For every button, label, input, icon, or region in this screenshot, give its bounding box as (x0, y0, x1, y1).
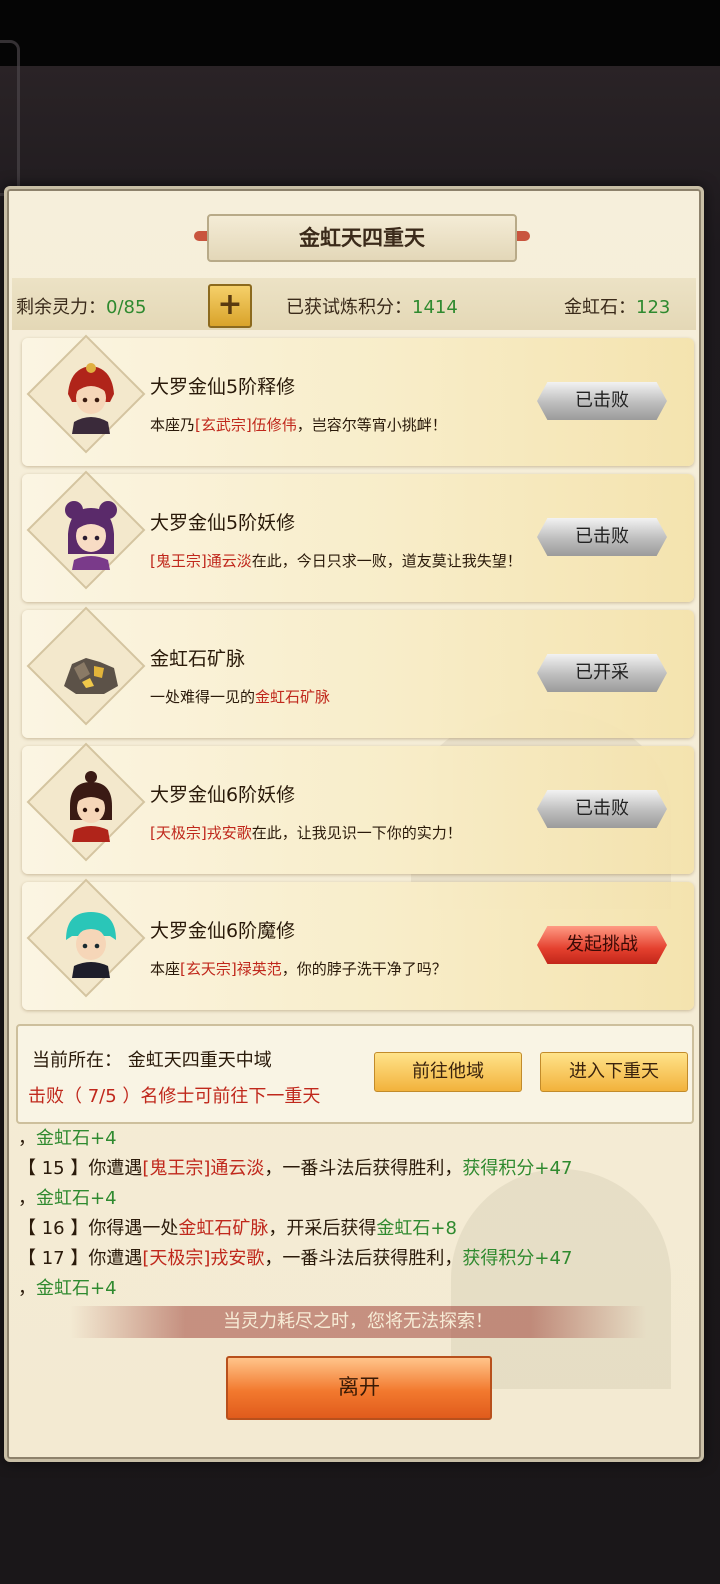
log-segment: ，开采后获得 (268, 1218, 377, 1239)
log-segment: 获得积分+47 (462, 1158, 573, 1179)
spirit-warning: 当灵力耗尽之时，您将无法探索！ (70, 1306, 646, 1338)
defeated-button[interactable]: 已击败 (537, 790, 667, 828)
log-segment: ， (18, 1278, 36, 1299)
leave-button[interactable]: 离开 (226, 1356, 492, 1420)
go-other-domain-button[interactable]: 前往他域 (374, 1052, 522, 1092)
challenge-button[interactable]: 发起挑战 (537, 926, 667, 964)
log-segment: [天极宗]戎安歌 (142, 1248, 265, 1269)
advance-requirement: 击败（ 7/5 ）名修士可前往下一重天 (28, 1086, 321, 1107)
encounter-description: [鬼王宗]通云淡在此，今日只求一败，道友莫让我失望！ (150, 552, 522, 570)
encounter-description: 一处难得一见的金虹石矿脉 (150, 688, 331, 706)
spirit-value: 0/85 (106, 297, 147, 318)
encounter-name: 大罗金仙5阶妖修 (150, 512, 296, 534)
log-segment: [鬼王宗]通云淡 (142, 1158, 265, 1179)
encounter-description: 本座[玄天宗]禄英范，你的脖子洗干净了吗？ (150, 960, 447, 978)
stone-value: 123 (636, 297, 671, 318)
log-line: ，金虹石+4 (18, 1274, 690, 1304)
log-segment: ， (18, 1188, 36, 1209)
add-spirit-button[interactable]: + (208, 284, 252, 328)
log-segment: 金虹石矿脉 (178, 1218, 269, 1239)
log-line: ，金虹石+4 (18, 1124, 690, 1154)
battle-log: ，金虹石+4 【 15 】你遭遇[鬼王宗]通云淡，一番斗法后获得胜利，获得积分+4… (18, 1124, 690, 1304)
log-line: 【 16 】你得遇一处金虹石矿脉，开采后获得金虹石+8 (18, 1214, 690, 1244)
log-segment: 获得积分+47 (462, 1248, 573, 1269)
encounter-card: 大罗金仙5阶释修 本座乃[玄武宗]伍修伟，岂容尔等宵小挑衅！ 已击败 (22, 334, 694, 466)
log-segment: 金虹石+4 (36, 1128, 117, 1149)
ore-vein-icon (64, 658, 118, 694)
defeated-button[interactable]: 已击败 (537, 518, 667, 556)
encounter-card: 金虹石矿脉 一处难得一见的金虹石矿脉 已开采 (22, 606, 694, 738)
log-segment: ， (18, 1128, 36, 1149)
stats-bar: 剩余灵力：0/85 + 已获试炼积分：1414 金虹石：123 (12, 278, 696, 330)
log-line: ，金虹石+4 (18, 1184, 690, 1214)
log-line: 【 17 】你遭遇[天极宗]戎安歌，一番斗法后获得胜利，获得积分+47 (18, 1244, 690, 1274)
encounter-card: 大罗金仙6阶魔修 本座[玄天宗]禄英范，你的脖子洗干净了吗？ 发起挑战 (22, 878, 694, 1010)
log-segment: 【 17 】你遭遇 (18, 1248, 143, 1269)
log-segment: 【 16 】你得遇一处 (18, 1218, 179, 1239)
log-segment: 金虹石+4 (36, 1188, 117, 1209)
stone-stat: 金虹石：123 (564, 293, 670, 319)
current-location: 当前所在： 金虹天四重天中域 (32, 1050, 272, 1071)
mined-button[interactable]: 已开采 (537, 654, 667, 692)
defeated-button[interactable]: 已击败 (537, 382, 667, 420)
log-segment: 金虹石+8 (376, 1218, 457, 1239)
encounter-name: 金虹石矿脉 (150, 648, 246, 670)
score-stat: 已获试炼积分：1414 (286, 293, 458, 319)
encounter-name: 大罗金仙5阶释修 (150, 376, 296, 398)
location-box: 当前所在： 金虹天四重天中域 击败（ 7/5 ）名修士可前往下一重天 前往他域 … (16, 1024, 694, 1124)
encounter-card: 大罗金仙6阶妖修 [天极宗]戎安歌在此，让我见识一下你的实力！ 已击败 (22, 742, 694, 874)
enter-next-level-button[interactable]: 进入下重天 (540, 1052, 688, 1092)
score-label: 已获试炼积分： (286, 297, 412, 318)
encounter-name: 大罗金仙6阶妖修 (150, 784, 296, 806)
log-line: 【 15 】你遭遇[鬼王宗]通云淡，一番斗法后获得胜利，获得积分+47 (18, 1154, 690, 1184)
encounter-name: 大罗金仙6阶魔修 (150, 920, 296, 942)
teal-hair-youth-avatar (66, 912, 116, 978)
log-segment: 金虹石+4 (36, 1278, 117, 1299)
top-bar (0, 0, 720, 66)
log-segment: ，一番斗法后获得胜利， (264, 1248, 463, 1269)
log-segment: ，一番斗法后获得胜利， (264, 1158, 463, 1179)
spirit-label: 剩余灵力： (16, 297, 106, 318)
stone-label: 金虹石： (564, 297, 636, 318)
encounter-description: [天极宗]戎安歌在此，让我见识一下你的实力！ (150, 824, 462, 842)
log-segment: 【 15 】你遭遇 (18, 1158, 143, 1179)
side-frame-decoration (0, 40, 20, 196)
spirit-stat: 剩余灵力：0/85 (16, 293, 146, 319)
bun-hair-warrior-avatar (70, 771, 112, 842)
encounter-description: 本座乃[玄武宗]伍修伟，岂容尔等宵小挑衅！ (150, 416, 447, 434)
panel-title: 金虹天四重天 (207, 214, 517, 262)
score-value: 1414 (412, 297, 458, 318)
encounter-card: 大罗金仙5阶妖修 [鬼王宗]通云淡在此，今日只求一败，道友莫让我失望！ 已击败 (22, 470, 694, 602)
red-hair-warrior-avatar (68, 363, 114, 434)
purple-hair-maiden-avatar (65, 501, 117, 570)
